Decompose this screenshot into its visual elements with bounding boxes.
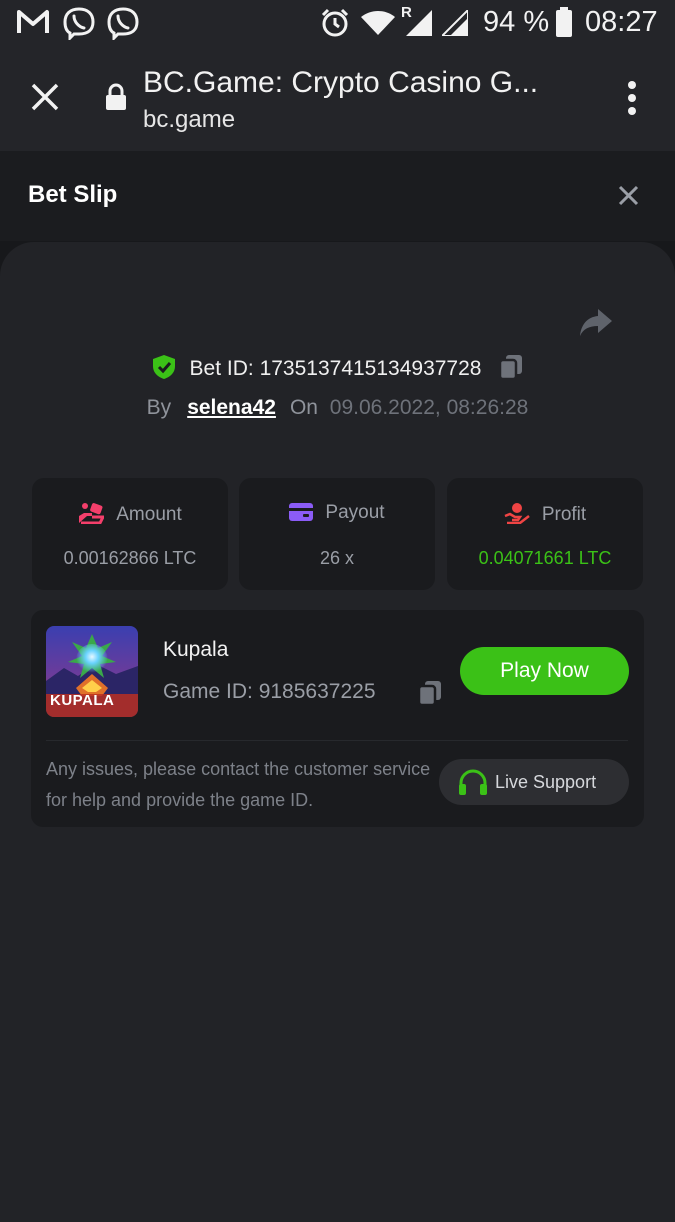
game-id-label: Game ID: [163,680,253,703]
amount-label: Amount [116,504,182,525]
by-label: By [146,396,172,419]
shield-check-icon [152,355,175,379]
lock-icon [106,83,126,110]
username-link[interactable]: selena42 [187,396,276,419]
battery-icon [556,7,572,37]
share-icon[interactable] [579,307,613,337]
payout-label: Payout [325,502,385,523]
bet-datetime: 09.06.2022, 08:26:28 [329,396,529,419]
amount-icon [79,503,106,525]
profit-label: Profit [541,504,587,525]
bet-id-value: 1735137415134937728 [259,357,482,380]
copy-icon[interactable] [499,354,523,381]
battery-percent: 94 % [483,6,550,38]
viber-icon [107,7,139,40]
profit-card: Profit 0.04071661 LTC [447,478,643,590]
game-id-value: 9185637225 [258,680,376,703]
signal-icon [406,10,432,36]
amount-card: Amount 0.00162866 LTC [32,478,228,590]
signal-icon [442,10,468,36]
clock: 08:27 [585,6,658,38]
copy-game-id-icon[interactable] [418,680,442,706]
wifi-icon [361,11,395,35]
game-id-line: Game ID: 9185637225 [163,680,376,704]
payout-value: 26 x [319,548,355,568]
viber-icon [63,7,95,40]
divider [46,740,628,741]
live-support-button[interactable]: Live Support [439,759,629,805]
game-name: Kupala [163,638,229,661]
play-now-button[interactable]: Play Now [460,647,629,695]
support-help-text: Any issues, please contact the customer … [46,759,431,810]
gmail-icon [17,10,49,33]
on-label: On [289,396,318,419]
amount-label-row: Amount [32,502,228,526]
close-icon[interactable] [618,185,639,206]
bet-slip-title: Bet Slip [28,181,118,208]
page-title[interactable]: BC.Game: Crypto Casino G... [143,66,538,100]
profit-label-row: Profit [447,502,643,526]
wallet-card-icon [289,503,314,521]
close-tab-icon[interactable] [30,82,60,112]
game-thumbnail[interactable]: KUPALA [46,626,138,717]
headset-icon [459,769,487,795]
payout-card: Payout 26 x [239,478,435,590]
profit-value: 0.04071661 LTC [478,548,612,568]
bet-id-label: Bet ID: [189,357,254,380]
game-logo-text: KUPALA [50,692,115,709]
payout-label-row: Payout [239,502,435,524]
more-options-icon[interactable] [625,80,639,116]
amount-value: 0.00162866 LTC [63,548,197,568]
bet-meta-line: By selena42 On 09.06.2022, 08:26:28 [0,396,675,420]
alarm-icon [321,8,349,37]
page-url[interactable]: bc.game [143,106,235,134]
profit-icon [504,503,530,525]
bet-id-line: Bet ID: 1735137415134937728 [0,354,675,381]
live-support-label: Live Support [495,772,597,792]
